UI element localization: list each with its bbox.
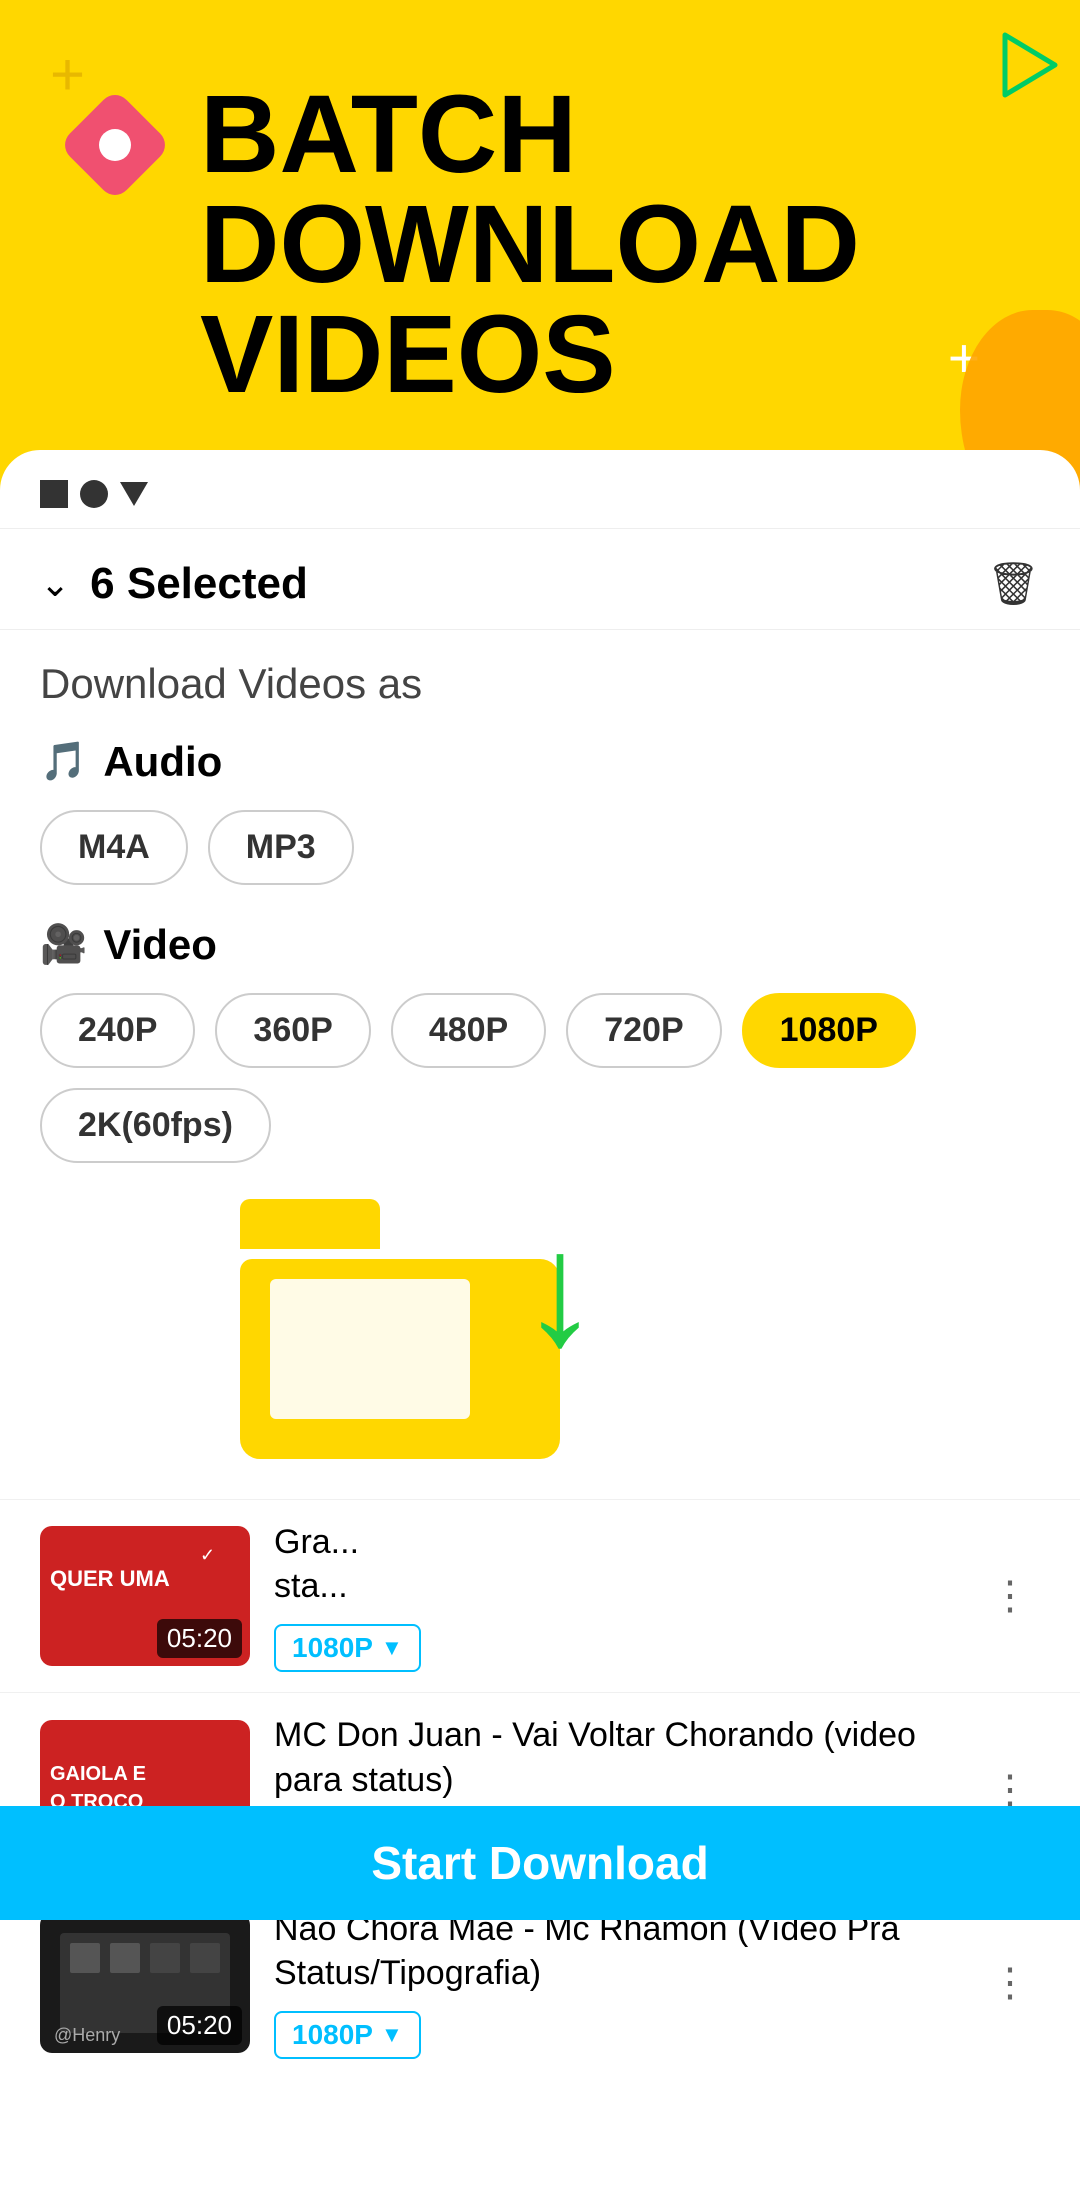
video-format-buttons: 240P 360P 480P 720P 1080P 2K(60fps) [40, 993, 1040, 1163]
audio-icon: 🎵 [40, 740, 87, 784]
format-btn-240p[interactable]: 240P [40, 993, 195, 1068]
format-btn-mp3[interactable]: MP3 [208, 810, 354, 885]
folder-tab [240, 1199, 380, 1249]
status-circle-icon [80, 480, 108, 508]
start-download-bar[interactable]: Start Download [0, 1806, 1080, 1920]
hero-section: + BATCH DOWNLOAD VIDEOS + [0, 0, 1080, 450]
download-arrow-icon: ↓ [520, 1209, 600, 1369]
audio-section-header: 🎵 Audio [40, 738, 1040, 786]
selected-count-row[interactable]: ⌄ 6 Selected [40, 559, 308, 609]
selected-row: ⌄ 6 Selected 🗑 [0, 529, 1080, 630]
quality-label-3: 1080P [292, 2019, 373, 2051]
audio-label: Audio [103, 738, 222, 786]
selected-count-label: 6 Selected [90, 559, 308, 609]
folder-body [240, 1259, 560, 1459]
video-thumbnail-1: QUER UMA ✓ 05:20 [40, 1526, 250, 1666]
folder-download-overlay: ↓ [240, 1199, 580, 1459]
video-title-2: MC Don Juan - Vai Voltar Chorando (video… [274, 1713, 956, 1801]
video-info-1: Gra...sta... 1080P ▼ [274, 1520, 956, 1672]
download-section: Download Videos as 🎵 Audio M4A MP3 🎥 Vid… [0, 630, 1080, 1499]
format-btn-2k60fps[interactable]: 2K(60fps) [40, 1088, 271, 1163]
hero-content: BATCH DOWNLOAD VIDEOS [60, 80, 1040, 410]
video-item-1: QUER UMA ✓ 05:20 Gra...sta... 1080P ▼ ⋮ [0, 1499, 1080, 1692]
svg-text:@Henry: @Henry [54, 2025, 120, 2045]
more-options-btn-1[interactable]: ⋮ [980, 1563, 1040, 1629]
hero-title-text: BATCH DOWNLOAD VIDEOS [200, 80, 860, 410]
status-square-icon [40, 480, 68, 508]
download-videos-as-title: Download Videos as [40, 660, 1040, 708]
video-info-3: Não Chora Mãe - Mc Rhamon (Vídeo Pra Sta… [274, 1907, 956, 2059]
video-label: Video [103, 921, 217, 969]
quality-dropdown-arrow-3: ▼ [381, 2022, 403, 2048]
svg-text:QUER UMA: QUER UMA [50, 1566, 170, 1591]
plus-decoration-top-left: + [50, 40, 85, 109]
format-btn-m4a[interactable]: M4A [40, 810, 188, 885]
video-thumbnail-3: @Henry 05:20 [40, 1913, 250, 2053]
video-title-1: Gra...sta... [274, 1520, 956, 1608]
audio-format-buttons: M4A MP3 [40, 810, 1040, 885]
video-icon: 🎥 [40, 923, 87, 967]
format-btn-720p[interactable]: 720P [566, 993, 721, 1068]
format-btn-1080p[interactable]: 1080P [742, 993, 916, 1068]
status-triangle-icon [120, 482, 148, 506]
format-btn-480p[interactable]: 480P [391, 993, 546, 1068]
chevron-down-icon[interactable]: ⌄ [40, 563, 70, 605]
status-bar-icons [40, 480, 148, 508]
hero-title: BATCH DOWNLOAD VIDEOS [200, 80, 860, 410]
svg-text:✓: ✓ [200, 1545, 215, 1565]
start-download-button[interactable]: Start Download [371, 1836, 708, 1890]
svg-text:GAIOLA E: GAIOLA E [50, 1763, 146, 1785]
quality-badge-3[interactable]: 1080P ▼ [274, 2011, 421, 2059]
quality-label-1: 1080P [292, 1632, 373, 1664]
folder-paper [270, 1279, 470, 1419]
card-panel: ⌄ 6 Selected 🗑 Download Videos as 🎵 Audi… [0, 450, 1080, 2199]
delete-button[interactable]: 🗑 [987, 560, 1040, 609]
play-icon-top-right [1000, 30, 1060, 100]
quality-badge-1[interactable]: 1080P ▼ [274, 1624, 421, 1672]
format-btn-360p[interactable]: 360P [215, 993, 370, 1068]
video-list: QUER UMA ✓ 05:20 Gra...sta... 1080P ▼ ⋮ [0, 1499, 1080, 2079]
video-section-header: 🎥 Video [40, 921, 1040, 969]
video-title-3: Não Chora Mãe - Mc Rhamon (Vídeo Pra Sta… [274, 1907, 956, 1995]
more-options-btn-3[interactable]: ⋮ [980, 1950, 1040, 2016]
video-duration-1: 05:20 [157, 1619, 242, 1658]
quality-dropdown-arrow-1: ▼ [381, 1635, 403, 1661]
video-duration-3: 05:20 [157, 2006, 242, 2045]
card-header [0, 450, 1080, 529]
